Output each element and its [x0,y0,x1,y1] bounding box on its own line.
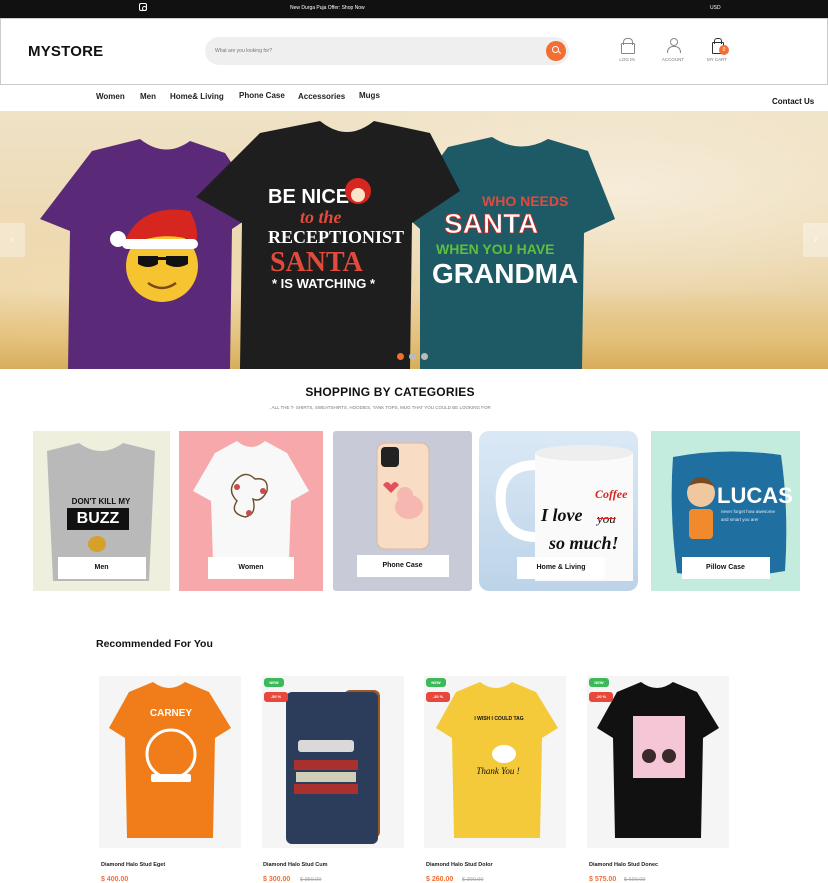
mug-art-line-3: you [597,511,616,526]
search-button[interactable] [546,41,566,61]
lock-icon [621,38,635,54]
svg-text:RECEPTIONIST: RECEPTIONIST [268,227,404,247]
orange-tshirt-image [109,682,231,838]
men-art-line-2: BUZZ [76,510,120,527]
category-card-phone-case[interactable]: Phone Case [333,431,472,591]
categories-heading: SHOPPING BY CATEGORIES [305,385,475,399]
mug-art-line-1: I love [541,505,583,525]
product-4-old-price: $ 600.00 [624,877,646,883]
categories-subheading: , ALL THE T- SHIRTS, SWEATSHIRTS, HOODIE… [269,405,491,410]
product-1-price: $ 400.00 [101,876,129,883]
search-bar [205,37,569,65]
promo-text[interactable]: New Durga Puja Offer: Shop Now [290,5,365,11]
svg-text:WHEN YOU HAVE: WHEN YOU HAVE [436,241,555,257]
product-card-3[interactable]: NEW -30 % I WISH I COULD TAG Thank You ! [424,676,566,848]
nav-item-phone-case[interactable]: Phone Case [239,91,285,100]
category-card-home-living[interactable]: I love Coffee you so much! Home & Living [479,431,638,591]
login-label: LOG IN [619,57,635,62]
cart-count-badge: 0 [719,45,729,55]
pillow-art-name: LUCAS [717,483,793,508]
product-4-price: $ 575.00 [589,876,617,883]
product-1-name[interactable]: Diamond Halo Stud Eget [101,862,165,868]
svg-text:BE NICE: BE NICE [268,186,349,208]
account-link[interactable]: ACCOUNT [653,38,693,62]
product-card-4[interactable]: NEW -20 % [587,676,729,848]
nav-item-home-living[interactable]: Home& Living [170,92,224,101]
hero-slider: WHO NEEDS SANTA WHEN YOU HAVE GRANDMA BE… [0,111,828,369]
product-4-discount-badge: -20 % [589,692,613,702]
product-3-new-badge: NEW [426,678,446,687]
product-4-new-badge: NEW [589,678,609,687]
product-3-discount-badge: -30 % [426,692,450,702]
cart-link[interactable]: MY CART [697,38,737,62]
product-2-old-price: $ 350.00 [300,877,322,883]
nav-item-accessories[interactable]: Accessories [298,92,345,101]
instagram-icon[interactable] [139,3,147,11]
product-3-price: $ 260.00 [426,876,454,883]
main-nav: Women Men Home& Living Phone Case Access… [0,85,828,110]
category-card-pillow-case[interactable]: LUCAS never forget how awesome and smart… [651,431,800,591]
nav-item-women[interactable]: Women [96,92,125,101]
mug-art-line-4: so much! [549,533,619,553]
product-2-new-badge: NEW [264,678,284,687]
hero-prev-arrow[interactable]: ‹ [0,223,25,257]
category-label-phone-case: Phone Case [356,555,449,577]
product-2-discount-badge: -50 % [264,692,288,702]
login-link[interactable]: LOG IN [607,38,647,62]
currency-selector[interactable]: USD [710,5,721,11]
account-label: ACCOUNT [661,57,685,62]
product-card-1[interactable]: CARNEY [99,676,241,848]
product-card-2[interactable]: NEW -50 % [262,676,404,848]
category-card-men[interactable]: DON'T KILL MY BUZZ Men [33,431,170,591]
product-3-name[interactable]: Diamond Halo Stud Dolor [426,862,493,868]
svg-text:* IS WATCHING *: * IS WATCHING * [272,276,376,291]
cart-label: MY CART [706,57,728,62]
search-input[interactable] [215,43,535,59]
hero-dot-3[interactable] [421,353,428,360]
hero-tshirts-illustration: WHO NEEDS SANTA WHEN YOU HAVE GRANDMA BE… [40,121,615,369]
pillow-art-line-3: and smart you are! [721,517,759,522]
hero-dot-2[interactable] [409,353,416,360]
hero-next-arrow[interactable]: › [803,223,828,257]
pillow-art-line-2: never forget how awesome [721,509,776,514]
svg-text:SANTA: SANTA [444,208,538,239]
category-label-home-living: Home & Living [517,557,605,579]
svg-text:WHO NEEDS: WHO NEEDS [482,193,568,209]
nav-item-mugs[interactable]: Mugs [359,91,380,100]
category-card-women[interactable]: Women [179,431,323,591]
hero-dot-1[interactable] [397,353,404,360]
category-label-men: Men [57,557,146,579]
svg-text:SANTA: SANTA [270,247,364,278]
men-art-line-1: DON'T KILL MY [71,497,131,506]
product-3-old-price: $ 300.00 [462,877,484,883]
product-3-art-line-1: I WISH I COULD TAG [474,716,524,722]
contact-us-link[interactable]: Contact Us [772,97,814,106]
product-2-name[interactable]: Diamond Halo Stud Cum [263,862,327,868]
svg-text:GRANDMA: GRANDMA [432,258,578,289]
hero-pagination [397,347,433,365]
user-icon [667,38,681,53]
product-2-price: $ 300.00 [263,876,291,883]
top-bar: New Durga Puja Offer: Shop Now USD [0,0,828,18]
category-label-women: Women [208,557,294,579]
store-logo[interactable]: MYSTORE [28,43,103,60]
nav-item-men[interactable]: Men [140,92,156,101]
mug-art-line-2: Coffee [595,487,628,501]
category-label-pillow-case: Pillow Case [681,557,770,579]
svg-text:to the: to the [300,207,342,227]
product-3-art-line-2: Thank You ! [476,766,520,776]
site-header: MYSTORE LOG IN ACCOUNT MY CART 0 [0,18,828,85]
recommended-heading: Recommended For You [96,638,213,650]
product-1-art-text: CARNEY [149,708,193,719]
product-4-name[interactable]: Diamond Halo Stud Donec [589,862,658,868]
